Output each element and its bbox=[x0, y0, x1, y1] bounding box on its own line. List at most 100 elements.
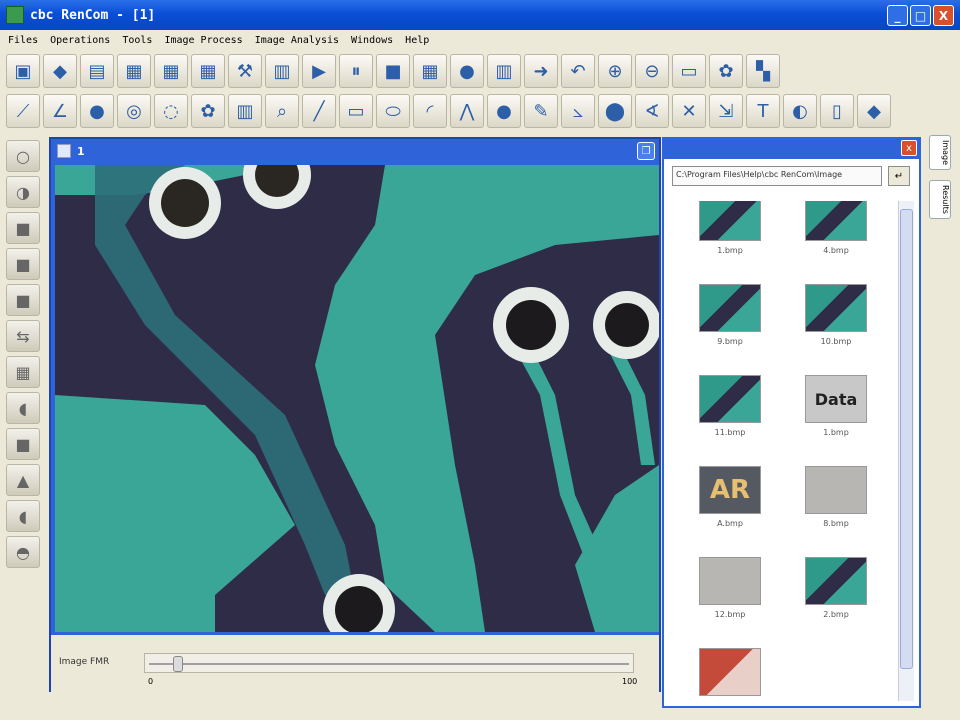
circle-button[interactable]: ● bbox=[80, 94, 114, 128]
grid-button[interactable]: ▦ bbox=[413, 54, 447, 88]
thumbnail-item[interactable]: 2.bmp bbox=[796, 557, 876, 619]
screen-button[interactable]: ▭ bbox=[672, 54, 706, 88]
path-go-button[interactable]: ↵ bbox=[888, 166, 910, 186]
square-button[interactable]: ■ bbox=[6, 284, 40, 316]
scroll-thumb[interactable] bbox=[900, 209, 913, 669]
thumbnail-item[interactable]: 10.bmp bbox=[796, 284, 876, 346]
tab-image[interactable]: Image bbox=[929, 135, 951, 171]
document-button[interactable]: ▥ bbox=[265, 54, 299, 88]
arc-button[interactable]: ◜ bbox=[413, 94, 447, 128]
contrast-button[interactable]: ◑ bbox=[6, 176, 40, 208]
calibrate-button[interactable]: ⟋ bbox=[6, 94, 40, 128]
menu-help[interactable]: Help bbox=[405, 35, 429, 46]
lasso-button[interactable]: ◌ bbox=[154, 94, 188, 128]
magnify-button[interactable]: ⌕ bbox=[265, 94, 299, 128]
ellipse-button[interactable]: ⬭ bbox=[376, 94, 410, 128]
menu-image-process[interactable]: Image Process bbox=[164, 35, 242, 46]
save-as-button[interactable]: ▦ bbox=[154, 54, 188, 88]
thumbnail-item[interactable]: 12.bmp bbox=[690, 557, 770, 619]
side-tabs: Image Results bbox=[929, 135, 953, 229]
undo-button[interactable]: ↶ bbox=[561, 54, 595, 88]
tool-button[interactable]: ⚒ bbox=[228, 54, 262, 88]
square-button[interactable]: ■ bbox=[6, 212, 40, 244]
thumbnail-item[interactable]: 11.bmp bbox=[690, 375, 770, 437]
line-button[interactable]: ╱ bbox=[302, 94, 336, 128]
angle-measure-button[interactable]: ⦣ bbox=[561, 94, 595, 128]
stop-button[interactable]: ■ bbox=[376, 54, 410, 88]
zoom-in-button[interactable]: ⊕ bbox=[598, 54, 632, 88]
lines-button[interactable]: ▥ bbox=[228, 94, 262, 128]
left-toolbar: ○ ◑ ■ ■ ■ ⇆ ▦ ◖ ■ ▲ ◖ ◓ bbox=[6, 140, 42, 568]
arrow-right-button[interactable]: ➜ bbox=[524, 54, 558, 88]
undo-icon: ↶ bbox=[570, 60, 586, 82]
pause-button[interactable]: ⏸ bbox=[339, 54, 373, 88]
menu-windows[interactable]: Windows bbox=[351, 35, 393, 46]
diamond-button[interactable]: ◆ bbox=[857, 94, 891, 128]
record-button[interactable]: ● bbox=[450, 54, 484, 88]
swap-button[interactable]: ⇆ bbox=[6, 320, 40, 352]
layers-button[interactable]: ▚ bbox=[746, 54, 780, 88]
maximize-button[interactable]: □ bbox=[910, 5, 931, 26]
distance-button[interactable]: ⇲ bbox=[709, 94, 743, 128]
flower-button[interactable]: ✿ bbox=[191, 94, 225, 128]
slider-thumb[interactable] bbox=[172, 656, 183, 672]
thumbnail-item[interactable]: 9.bmp bbox=[690, 284, 770, 346]
polyline-button[interactable]: ⋀ bbox=[450, 94, 484, 128]
square-button[interactable]: ■ bbox=[6, 428, 40, 460]
main-toolbar: ▣ ◆ ▤ ▦ ▦ ▦ ⚒ ▥ ▶ ⏸ ■ ▦ ● ▥ ➜ ↶ ⊕ ⊖ ▭ ✿ ▚ bbox=[6, 51, 780, 91]
dot-button[interactable]: ● bbox=[487, 94, 521, 128]
thumbnail-item[interactable]: 5.bmp bbox=[690, 648, 770, 701]
open-folder-button[interactable]: ◆ bbox=[43, 54, 77, 88]
menu-operations[interactable]: Operations bbox=[50, 35, 110, 46]
ring-button[interactable]: ◎ bbox=[117, 94, 151, 128]
half-circle-button[interactable]: ◐ bbox=[783, 94, 817, 128]
thumbnail-item[interactable]: 1.bmp bbox=[690, 201, 770, 255]
thumbnail-item[interactable]: 4.bmp bbox=[796, 201, 876, 255]
bar-button[interactable]: ▯ bbox=[820, 94, 854, 128]
menu-tools[interactable]: Tools bbox=[122, 35, 152, 46]
bars-button[interactable]: ▥ bbox=[487, 54, 521, 88]
triangle-button[interactable]: ▲ bbox=[6, 464, 40, 496]
bar-icon: ▯ bbox=[832, 100, 842, 122]
frame-slider[interactable] bbox=[144, 653, 634, 673]
save-button[interactable]: ▦ bbox=[117, 54, 151, 88]
text-button[interactable]: T bbox=[746, 94, 780, 128]
stack-icon: ▤ bbox=[88, 60, 106, 82]
square-button[interactable]: ■ bbox=[6, 248, 40, 280]
thumbnail-label: 4.bmp bbox=[823, 246, 849, 255]
image-window-restore-button[interactable]: ❐ bbox=[637, 142, 655, 160]
circle-button-button[interactable]: ○ bbox=[6, 140, 40, 172]
tab-results[interactable]: Results bbox=[929, 180, 951, 219]
menu-files[interactable]: Files bbox=[8, 35, 38, 46]
document-icon: ▥ bbox=[273, 60, 291, 82]
browser-scrollbar[interactable] bbox=[898, 201, 914, 701]
drop-grid-button[interactable]: ▦ bbox=[6, 356, 40, 388]
minimize-button[interactable]: _ bbox=[887, 5, 908, 26]
thumbnail-item[interactable]: Data 1.bmp bbox=[796, 375, 876, 437]
flower-icon: ✿ bbox=[200, 100, 216, 122]
pencil-button[interactable]: ✎ bbox=[524, 94, 558, 128]
zoom-out-button[interactable]: ⊖ bbox=[635, 54, 669, 88]
cross-button[interactable]: ✕ bbox=[672, 94, 706, 128]
angle-button[interactable]: ∠ bbox=[43, 94, 77, 128]
blob-button[interactable]: ⬤ bbox=[598, 94, 632, 128]
thumbnail-item[interactable]: 8.bmp bbox=[796, 466, 876, 528]
drop-button[interactable]: ◖ bbox=[6, 392, 40, 424]
image-canvas[interactable] bbox=[55, 165, 659, 632]
close-button[interactable]: X bbox=[933, 5, 954, 26]
dome-button[interactable]: ◓ bbox=[6, 536, 40, 568]
monitor-button[interactable]: ▣ bbox=[6, 54, 40, 88]
browser-close-button[interactable]: x bbox=[901, 140, 917, 156]
save-all-button[interactable]: ▦ bbox=[191, 54, 225, 88]
play-button[interactable]: ▶ bbox=[302, 54, 336, 88]
menu-image-analysis[interactable]: Image Analysis bbox=[255, 35, 339, 46]
palette-button[interactable]: ✿ bbox=[709, 54, 743, 88]
vertex-button[interactable]: ∢ bbox=[635, 94, 669, 128]
stack-button[interactable]: ▤ bbox=[80, 54, 114, 88]
drop-button[interactable]: ◖ bbox=[6, 500, 40, 532]
thumbnail-item[interactable]: AR A.bmp bbox=[690, 466, 770, 528]
path-field[interactable]: C:\Program Files\Help\cbc RenCom\Image bbox=[672, 166, 882, 186]
rectangle-button[interactable]: ▭ bbox=[339, 94, 373, 128]
ellipse-icon: ⬭ bbox=[385, 100, 401, 122]
diamond-icon: ◆ bbox=[867, 100, 881, 122]
